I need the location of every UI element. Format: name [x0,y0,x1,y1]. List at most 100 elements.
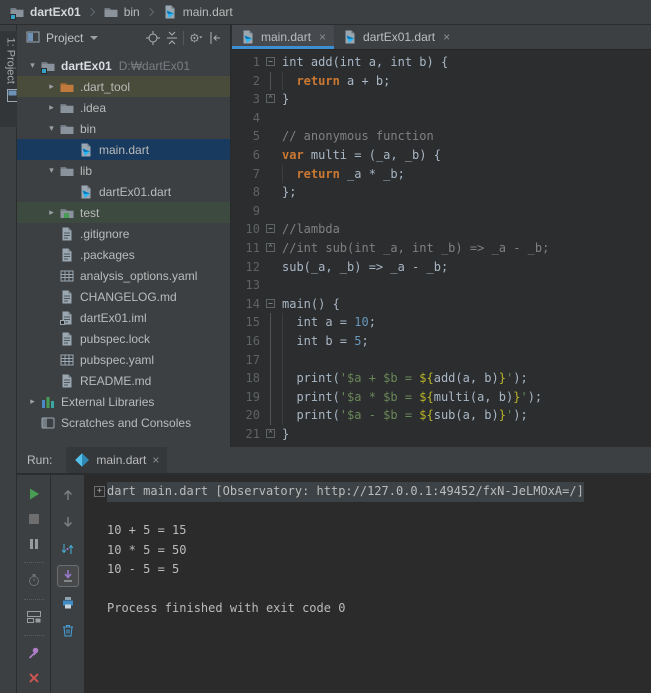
fold-range-line [270,350,271,370]
fold-end-icon[interactable]: ⌃ [266,242,275,252]
expand-arrow-icon[interactable]: ▸ [44,207,59,218]
folder-icon [59,100,75,116]
run-panel: Run: main.dart × + dart main.dart [Observa… [17,447,651,693]
pin-button[interactable] [23,643,45,663]
fold-range-line [270,313,271,332]
code-line: 2 return a + b; [232,71,651,91]
run-console[interactable]: + dart main.dart [Observatory: http://127… [85,475,651,693]
project-tab-label: 1: Project [5,37,17,84]
breadcrumb-item[interactable]: bin [101,4,142,20]
tree-row-bin[interactable]: ▾ bin [17,118,230,139]
code-line: 4 [232,109,651,128]
pause-button[interactable] [23,534,45,554]
rerun-button[interactable] [23,484,45,504]
expand-arrow-icon[interactable]: ▾ [44,165,59,176]
indent-guide [282,331,283,351]
tree-row-idea[interactable]: ▸ .idea [17,97,230,118]
indent-guide [282,406,283,425]
tree-label: External Libraries [61,394,155,409]
file-text-icon [59,373,75,389]
tree-row-pubspec-lock[interactable]: pubspec.lock [17,328,230,349]
line-number: 15 [245,315,260,330]
tree-row-dart-tool[interactable]: ▸ .dart_tool [17,76,230,97]
gear-button[interactable] [186,29,205,48]
close-tab-icon[interactable]: × [152,453,159,467]
tool-window-tab-project[interactable]: 1: Project [0,31,18,127]
tree-row-external-libraries[interactable]: ▸ External Libraries [17,391,230,412]
expand-arrow-icon[interactable]: ▾ [25,60,40,71]
line-number: 4 [252,110,260,125]
line-number: 10 [245,222,260,237]
tree-row-changelog-md[interactable]: CHANGELOG.md [17,286,230,307]
tree-row-lib[interactable]: ▾ lib [17,160,230,181]
close-tab-icon[interactable]: × [319,30,326,44]
tree-row-analysis-options-yaml[interactable]: analysis_options.yaml [17,265,230,286]
folder-test-icon [59,205,75,221]
breadcrumb-item[interactable]: main.dart [160,4,235,20]
line-number: 19 [245,389,260,404]
code-line: 1− int add(int a, int b) { [232,53,651,72]
line-number: 6 [252,147,260,162]
tree-row-gitignore[interactable]: .gitignore [17,223,230,244]
toolbar-group-separator [23,634,44,636]
hide-panel-button[interactable] [205,29,224,48]
layout-button[interactable] [23,607,45,627]
locate-button[interactable] [143,29,162,48]
collapse-all-button[interactable] [162,29,181,48]
stop-icon [26,511,42,527]
toolbar-separator [183,31,184,45]
tree-row-readme-md[interactable]: README.md [17,370,230,391]
expand-arrow-icon[interactable]: ▸ [44,102,59,113]
profiler-button[interactable] [23,570,45,590]
down-button[interactable] [57,511,79,533]
folder-project-icon [40,58,56,74]
tree-row-dartex01[interactable]: ▾ dartEx01 D:₩dartEx01 [17,55,230,76]
run-tab[interactable]: main.dart × [66,447,168,473]
editor-tab-dartex01-dart[interactable]: dartEx01.dart × [334,25,458,49]
code-line: 3 ⌃} [232,90,651,109]
up-button[interactable] [57,484,79,506]
gear-icon [188,30,204,46]
tree-row-dartex01-dart[interactable]: dartEx01.dart [17,181,230,202]
tree-row-dartex01-iml[interactable]: dartEx01.iml [17,307,230,328]
console-text: Process finished with exit code 0 [107,601,346,615]
expand-arrow-icon[interactable]: ▾ [44,123,59,134]
project-panel: Project ▾ dartEx01 D:₩dartEx01 ▸ .dart_tool ▸… [17,25,231,447]
fold-end-icon[interactable]: ⌃ [266,94,275,104]
breadcrumb-item[interactable]: dartEx01 [7,4,83,20]
tree-row-packages[interactable]: .packages [17,244,230,265]
project-panel-title[interactable]: Project [46,31,83,45]
tree-row-main-dart[interactable]: main.dart [17,139,230,160]
print-button[interactable] [57,592,79,614]
scroll-end-button[interactable] [56,565,79,587]
expand-arrow-icon[interactable]: ▸ [44,81,59,92]
fold-collapse-icon[interactable]: − [266,298,275,308]
code-area[interactable]: 1− int add(int a, int b) {2 return a + b;… [232,50,651,447]
stop-button[interactable] [23,509,45,529]
cycle-button[interactable] [57,538,79,560]
line-number: 20 [245,408,260,423]
chevron-down-icon[interactable] [90,36,99,40]
tree-row-pubspec-yaml[interactable]: pubspec.yaml [17,349,230,370]
editor-tab-main-dart[interactable]: main.dart × [232,25,335,49]
dart-file-icon [78,142,94,158]
tree-row-scratches-and-consoles[interactable]: Scratches and Consoles [17,412,230,433]
collapse-all-icon [164,30,180,46]
close-tab-icon[interactable]: × [443,30,450,44]
expand-arrow-icon[interactable]: ▸ [25,396,40,407]
fold-collapse-icon[interactable]: − [266,57,275,66]
tree-row-test[interactable]: ▸ test [17,202,230,223]
scroll-end-icon [60,568,76,584]
editor: main.dart × dartEx01.dart × 1− int add(int a… [232,25,651,447]
fold-expand-icon[interactable]: + [94,486,105,497]
run-toolbar-side [51,475,85,693]
fold-range-line [270,387,271,407]
close-button[interactable] [23,668,45,688]
console-text: dart main.dart [Observatory: http://127.… [107,482,584,502]
file-iml-icon [59,310,75,326]
fold-collapse-icon[interactable]: − [266,224,275,234]
fold-end-icon[interactable]: ⌃ [266,428,275,438]
dart-file-icon [240,29,256,45]
clear-button[interactable] [57,619,79,641]
